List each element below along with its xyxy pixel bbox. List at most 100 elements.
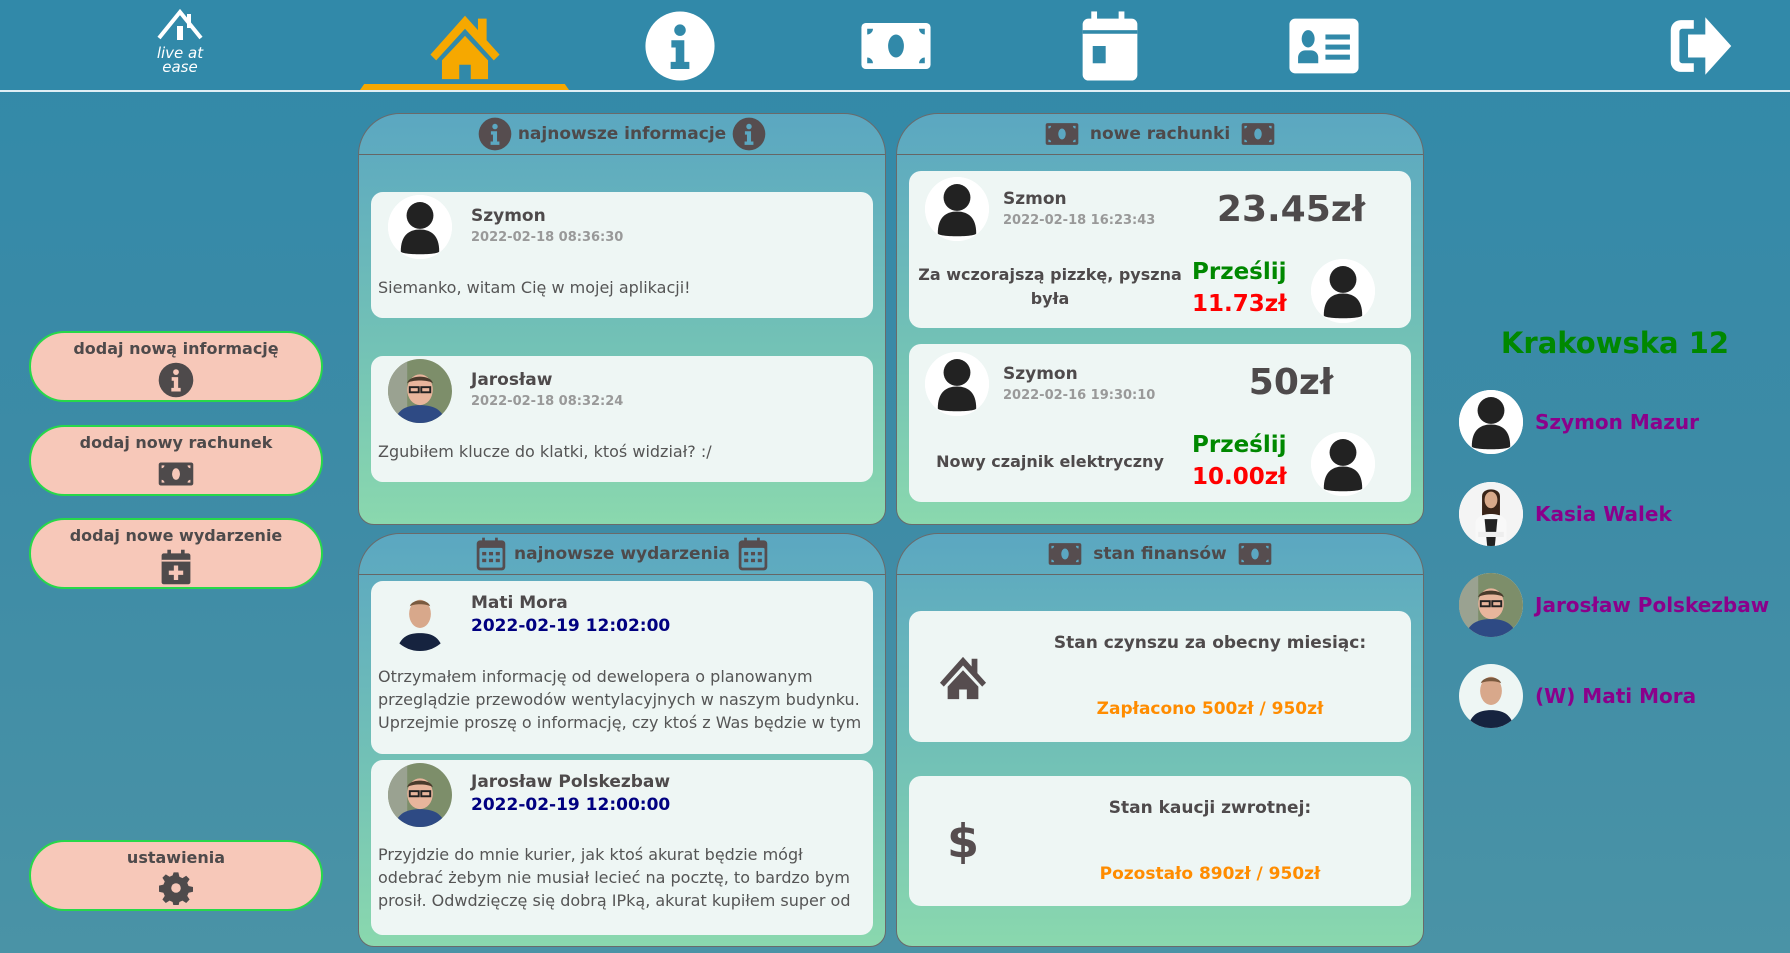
- add-info-label: dodaj nową informację: [73, 339, 279, 358]
- rent-status-value: Zapłacono 500zł / 950zł: [1096, 699, 1324, 719]
- calendar-icon: [736, 537, 770, 571]
- default-user-icon: [925, 352, 989, 416]
- nav-home[interactable]: [425, 8, 505, 84]
- money-bill-icon: [850, 10, 942, 82]
- calendar-plus-icon: [158, 549, 194, 585]
- info-item[interactable]: Szymon 2022-02-18 08:36:30 Siemanko, wit…: [371, 192, 873, 318]
- info-author: Jarosław: [471, 370, 553, 390]
- default-user-icon: [925, 177, 989, 241]
- event-date: 2022-02-19 12:02:00: [471, 616, 671, 636]
- events-panel: najnowsze wydarzenia Mati Mora 2022-02-1…: [358, 533, 886, 947]
- event-item[interactable]: Mati Mora 2022-02-19 12:02:00 Otrzymałem…: [371, 581, 873, 754]
- calendar-icon: [1074, 10, 1146, 82]
- bill-description: Za wczorajszą pizzkę, pyszna była: [918, 265, 1182, 308]
- add-event-button[interactable]: dodaj nowe wydarzenie: [29, 518, 323, 589]
- info-panel-header: najnowsze informacje: [359, 114, 885, 155]
- info-text: Zgubiłem klucze do klatki, ktoś widział?…: [378, 442, 712, 461]
- avatar: [1459, 573, 1523, 637]
- event-text: Otrzymałem informację od dewelopera o pl…: [378, 667, 862, 732]
- info-date: 2022-02-18 08:32:24: [471, 394, 624, 409]
- member-item[interactable]: Kasia Walek: [1459, 481, 1672, 547]
- info-icon: [478, 117, 512, 151]
- member-name: Kasia Walek: [1535, 502, 1672, 526]
- avatar: [388, 587, 452, 651]
- bill-date: 2022-02-18 16:23:43: [1003, 213, 1156, 228]
- member-name: Jarosław Polskezbaw: [1535, 593, 1770, 617]
- avatar: [388, 763, 452, 827]
- event-author: Mati Mora: [471, 593, 568, 613]
- avatar: [1459, 390, 1523, 454]
- bill-description: Nowy czajnik elektryczny: [936, 452, 1164, 471]
- gear-icon: [159, 871, 193, 905]
- info-panel-title: najnowsze informacje: [517, 124, 727, 144]
- nav-calendar[interactable]: [1070, 8, 1150, 84]
- member-name: Szymon Mazur: [1535, 410, 1700, 434]
- member-item[interactable]: (W) Mati Mora: [1459, 663, 1696, 729]
- flat-address: Krakowska 12: [1500, 326, 1730, 360]
- dollar-icon: [939, 816, 987, 864]
- settings-button[interactable]: ustawienia: [29, 840, 323, 911]
- bills-panel-header: nowe rachunki: [897, 114, 1423, 155]
- user-photo: [388, 587, 452, 651]
- member-name: (W) Mati Mora: [1535, 684, 1697, 708]
- bill-item[interactable]: Szymon 2022-02-16 19:30:10 50zł Nowy cza…: [909, 344, 1411, 502]
- event-item[interactable]: Jarosław Polskezbaw 2022-02-19 12:00:00 …: [371, 760, 873, 935]
- info-author: Szymon: [471, 206, 546, 226]
- money-bill-icon: [153, 456, 199, 492]
- nav-logout[interactable]: [1661, 8, 1741, 84]
- money-bill-icon: [1040, 117, 1084, 151]
- payee-avatar: [1311, 259, 1375, 323]
- info-date: 2022-02-18 08:36:30: [471, 230, 624, 245]
- logo-text-line-2: ease: [162, 58, 198, 76]
- event-text: Przyjdzie do mnie kurier, jak ktoś akura…: [378, 845, 851, 910]
- user-photo: [388, 763, 452, 827]
- nav-info[interactable]: [640, 8, 720, 84]
- add-event-label: dodaj nowe wydarzenie: [69, 526, 283, 545]
- info-panel: najnowsze informacje Szymon 2022-02-18 0…: [358, 113, 886, 525]
- bill-amount: 50zł: [1248, 362, 1334, 403]
- home-icon: [939, 653, 987, 701]
- info-icon: [732, 117, 766, 151]
- event-date: 2022-02-19 12:00:00: [471, 795, 671, 815]
- bills-panel: nowe rachunki Szmon 2022-02-18 16:23:43 …: [896, 113, 1424, 525]
- info-icon: [644, 10, 716, 82]
- info-item[interactable]: Jarosław 2022-02-18 08:32:24 Zgubiłem kl…: [371, 356, 873, 482]
- add-bill-label: dodaj nowy rachunek: [79, 433, 273, 452]
- rent-status-card: Stan czynszu za obecny miesiąc: Zapłacon…: [909, 611, 1411, 742]
- app-logo[interactable]: live at ease: [145, 8, 215, 86]
- avatar: [1459, 482, 1523, 546]
- finance-panel: stan finansów Stan czynszu za obecny mie…: [896, 533, 1424, 947]
- user-photo: [1459, 664, 1523, 728]
- nav-contacts[interactable]: [1280, 8, 1368, 84]
- default-user-icon: [1311, 432, 1375, 496]
- bill-item[interactable]: Szmon 2022-02-18 16:23:43 23.45zł Za wcz…: [909, 171, 1411, 328]
- event-author: Jarosław Polskezbaw: [471, 772, 671, 792]
- bill-share-amount: 10.00zł: [1192, 464, 1287, 490]
- info-icon: [158, 362, 194, 398]
- send-payment-button[interactable]: Prześlij: [1192, 432, 1287, 458]
- avatar: [925, 352, 989, 416]
- send-payment-button[interactable]: Prześlij: [1192, 259, 1287, 285]
- avatar: [925, 177, 989, 241]
- add-bill-button[interactable]: dodaj nowy rachunek: [29, 425, 323, 496]
- contact-card-icon: [1280, 10, 1368, 82]
- user-photo: [388, 359, 452, 423]
- bill-author: Szymon: [1003, 364, 1078, 384]
- finance-panel-title: stan finansów: [1093, 544, 1227, 564]
- deposit-status-card: Stan kaucji zwrotnej: Pozostało 890zł / …: [909, 776, 1411, 906]
- deposit-status-value: Pozostało 890zł / 950zł: [1099, 864, 1321, 884]
- member-item[interactable]: Jarosław Polskezbaw: [1459, 572, 1769, 638]
- default-user-icon: [388, 195, 452, 259]
- bill-author: Szmon: [1003, 189, 1067, 209]
- user-photo: [1459, 482, 1523, 546]
- logo-house-icon: [157, 8, 203, 40]
- nav-bills[interactable]: [850, 8, 942, 84]
- default-user-icon: [1311, 259, 1375, 323]
- home-icon: [429, 10, 501, 82]
- bills-panel-title: nowe rachunki: [1089, 124, 1231, 144]
- avatar: [1459, 664, 1523, 728]
- default-user-icon: [1459, 390, 1523, 454]
- add-info-button[interactable]: dodaj nową informację: [29, 331, 323, 402]
- member-item[interactable]: Szymon Mazur: [1459, 389, 1699, 455]
- money-bill-icon: [1233, 537, 1277, 571]
